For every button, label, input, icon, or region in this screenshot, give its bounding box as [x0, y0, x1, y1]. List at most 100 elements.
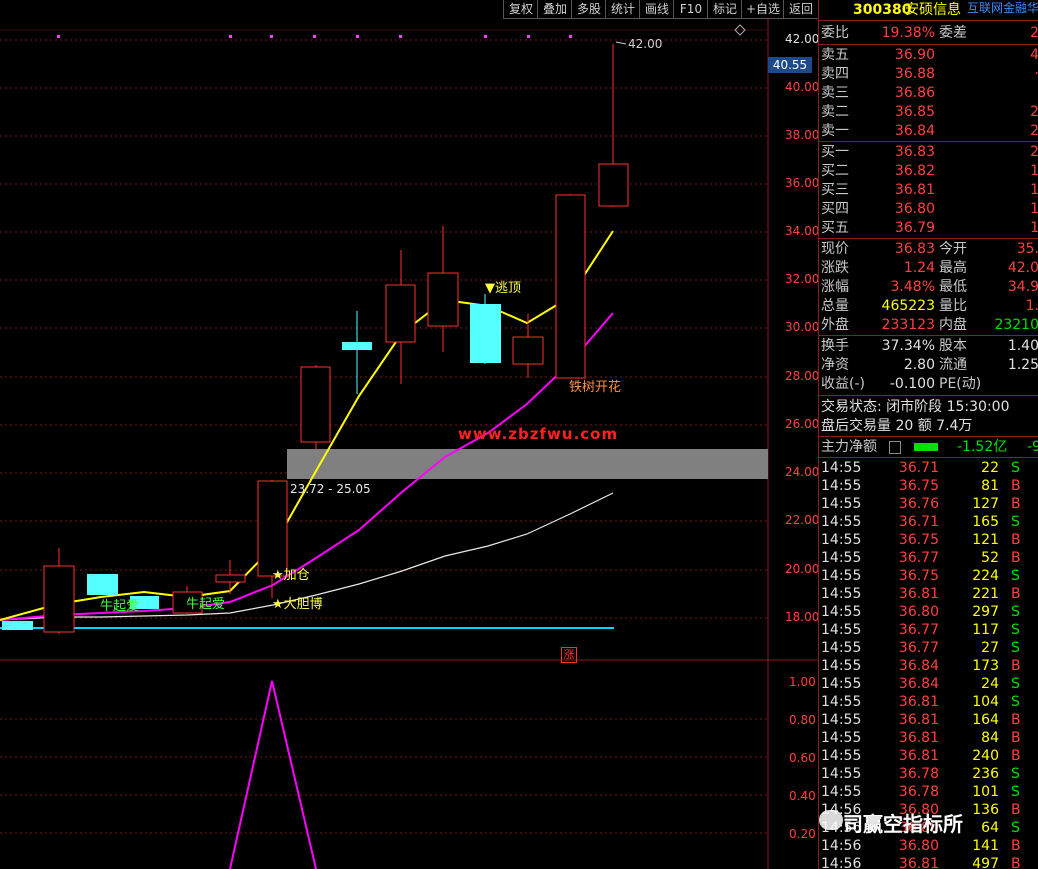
f10-button[interactable]: F10: [673, 0, 708, 19]
restore-rights-button[interactable]: 复权: [503, 0, 538, 19]
main-flow-label: 主力净额: [821, 439, 877, 455]
ask-label: 卖二: [821, 104, 849, 120]
add-position-signal: ★加仓: [272, 568, 310, 583]
bid-price: 36.82: [894, 163, 935, 179]
tick-side: B: [1011, 856, 1021, 869]
tick-volume: 497: [972, 856, 999, 869]
tick-time: 14:55: [821, 748, 862, 764]
price-tick: 18.00: [785, 610, 820, 624]
tick-side: B: [1011, 586, 1021, 602]
candle: [300, 366, 331, 443]
tick-price: 36.81: [898, 586, 939, 602]
tick-price: 36.78: [898, 766, 939, 782]
tick-volume: 297: [972, 604, 999, 620]
stat-row: 外盘 233123 内盘 23210: [819, 316, 1038, 334]
tick-price: 36.75: [898, 568, 939, 584]
tick-row: 14:55 36.84 24 S: [819, 675, 1038, 693]
mark-button[interactable]: 标记: [707, 0, 742, 19]
tick-volume: 165: [972, 514, 999, 530]
stat-label: 最低: [939, 279, 967, 295]
tick-time: 14:55: [821, 640, 862, 656]
candle: [342, 342, 372, 350]
bid-row: 买一 36.83 2: [819, 143, 1038, 161]
candle: [43, 565, 75, 633]
stat-label: 最高: [939, 260, 967, 276]
sub-tick: 1.00: [789, 675, 816, 689]
stat-label: 收益(-): [821, 376, 865, 392]
sub-tick: 0.40: [789, 789, 816, 803]
tick-side: S: [1011, 676, 1020, 692]
tick-side: B: [1011, 478, 1021, 494]
bid-label: 买五: [821, 220, 849, 236]
tick-row: 14:55 36.75 81 B: [819, 477, 1038, 495]
ask-price: 36.88: [894, 66, 935, 82]
price-tick: 38.00: [785, 128, 820, 142]
ask-volume: 4: [987, 46, 1038, 64]
tick-row: 14:55 36.71 22 S: [819, 459, 1038, 477]
tick-row: 14:55 36.77 27 S: [819, 639, 1038, 657]
stat-label: 净资: [821, 357, 849, 373]
bid-label: 买一: [821, 144, 849, 160]
stat-row: 总量 465223 量比 1.: [819, 297, 1038, 315]
tick-row: 14:55 36.77 117 S: [819, 621, 1038, 639]
tick-price: 36.78: [898, 784, 939, 800]
wechat-icon: [819, 810, 843, 830]
bid-price: 36.83: [894, 144, 935, 160]
ask-label: 卖五: [821, 47, 849, 63]
tick-row: 14:55 36.75 224 S: [819, 567, 1038, 585]
tick-row: 14:55 36.81 240 B: [819, 747, 1038, 765]
sector-label[interactable]: 互联网金融华: [967, 0, 1038, 17]
tick-row: 14:55 36.81 164 B: [819, 711, 1038, 729]
tick-time: 14:55: [821, 460, 862, 476]
ask-label: 卖三: [821, 85, 849, 101]
support-zone: [287, 449, 768, 479]
tick-price: 36.76: [898, 496, 939, 512]
stat2-row: 换手 37.34% 股本 1.40: [819, 337, 1038, 355]
tick-time: 14:55: [821, 712, 862, 728]
bid-price: 36.81: [894, 182, 935, 198]
overlay-button[interactable]: 叠加: [537, 0, 572, 19]
bid-row: 买二 36.82 1: [819, 162, 1038, 180]
bid-volume: 1: [987, 162, 1038, 180]
candle: [215, 574, 246, 583]
multi-stock-button[interactable]: 多股: [571, 0, 606, 19]
statistics-button[interactable]: 统计: [605, 0, 640, 19]
sub-tick: 0.20: [789, 827, 816, 841]
tick-row: 14:55 36.76 127 B: [819, 495, 1038, 513]
kline-chart[interactable]: 42.00 40.00 38.00 36.00 34.00 32.00 30.0…: [0, 19, 820, 869]
watermark-caption: 司赢空指标所: [843, 812, 963, 836]
stock-name: 安硕信息: [905, 2, 961, 18]
tick-time: 14:56: [821, 838, 862, 854]
stat-label: 换手: [821, 338, 849, 354]
stat2-row: 收益(-) -0.100 PE(动): [819, 375, 1038, 393]
tick-time: 14:56: [821, 856, 862, 869]
stock-code: 300380: [853, 2, 912, 18]
stat-value: 42.0: [1007, 260, 1038, 276]
draw-line-button[interactable]: 画线: [639, 0, 674, 19]
bid-row: 买三 36.81 1: [819, 181, 1038, 199]
tick-side: B: [1011, 532, 1021, 548]
iron-tree-signal: 铁树开花: [569, 380, 622, 395]
tick-volume: 84: [981, 730, 999, 746]
trade-status: 交易状态: 闭市阶段 15:30:00: [821, 399, 1010, 415]
tick-time: 14:55: [821, 568, 862, 584]
candle: [512, 336, 544, 365]
quote-header: 300380 安硕信息 互联网金融华: [819, 1, 1038, 19]
label: 委比: [821, 25, 849, 41]
candle: [87, 574, 118, 595]
tick-price: 36.81: [898, 694, 939, 710]
stat-row: 现价 36.83 今开 35.: [819, 240, 1038, 258]
ask-price: 36.86: [894, 85, 935, 101]
tick-row: 14:55 36.81 221 B: [819, 585, 1038, 603]
tick-volume: 173: [972, 658, 999, 674]
ask-label: 卖一: [821, 123, 849, 139]
price-tick: 36.00: [785, 176, 820, 190]
ask-row: 卖二 36.85 2: [819, 103, 1038, 121]
tick-volume: 22: [981, 460, 999, 476]
tick-side: B: [1011, 838, 1021, 854]
back-button[interactable]: 返回: [783, 0, 818, 19]
add-watchlist-button[interactable]: +自选: [741, 0, 784, 19]
list-icon[interactable]: [889, 441, 901, 454]
candle: [427, 272, 459, 327]
wechat-watermark: 司赢空指标所: [819, 806, 1038, 838]
